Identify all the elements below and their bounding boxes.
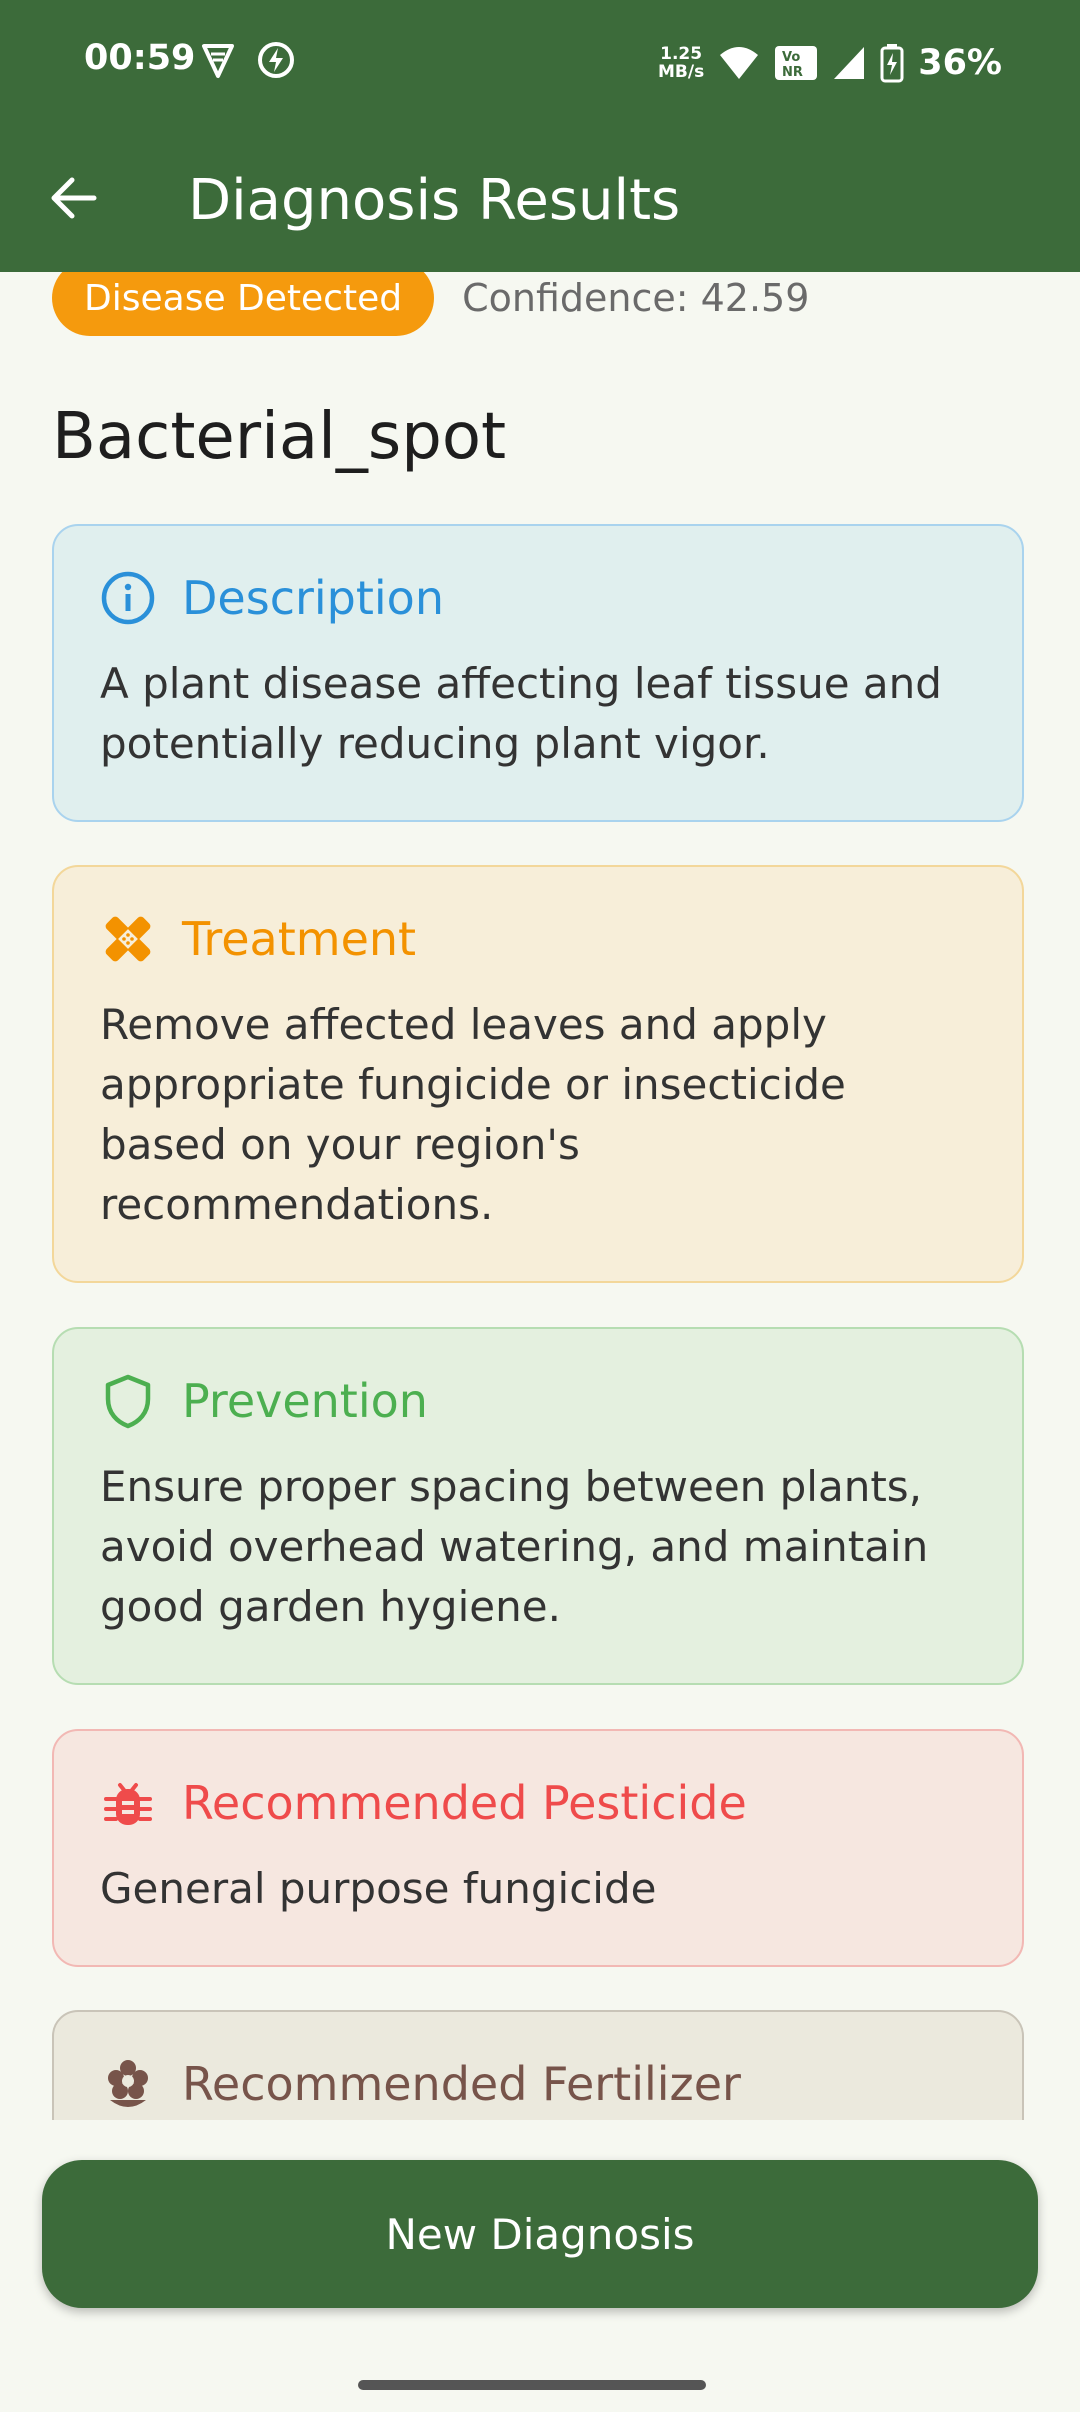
- flower-icon: [108, 2060, 148, 2107]
- confidence-text: Confidence: 42.59: [462, 276, 810, 320]
- status-bar: 00:59 1.25 MB/s Vo NR 36%: [0, 0, 1080, 125]
- volte-icon: Vo NR: [775, 46, 818, 80]
- signal-icon: [834, 47, 865, 79]
- bandage-icon: [105, 916, 151, 962]
- vpn-icon: [202, 44, 234, 78]
- treatment-text: Remove affected leaves and apply appropr…: [100, 1000, 846, 1229]
- app-header: 00:59 1.25 MB/s Vo NR 36% Diagnosis Resu…: [0, 0, 1080, 272]
- bolt-icon: [258, 42, 294, 78]
- fertilizer-header: Recommended Fertilizer: [100, 2056, 741, 2112]
- status-badge: Disease Detected: [52, 272, 435, 336]
- results-scroll-area[interactable]: Disease Detected Confidence: 42.59 Bacte…: [0, 272, 1080, 2120]
- prevention-text: Ensure proper spacing between plants, av…: [100, 1462, 929, 1631]
- shield-icon: [105, 1374, 151, 1429]
- battery-percent: 36%: [918, 43, 1002, 83]
- battery-charging-icon: [880, 44, 904, 83]
- info-icon: [101, 571, 155, 625]
- treatment-card: Treatment Remove affected leaves and app…: [52, 865, 1024, 1283]
- new-diagnosis-button[interactable]: New Diagnosis: [42, 2160, 1038, 2308]
- home-indicator[interactable]: [358, 2380, 706, 2390]
- fertilizer-title: Recommended Fertilizer: [182, 2057, 741, 2111]
- prevention-header: Prevention: [100, 1373, 428, 1429]
- status-time: 00:59: [84, 38, 196, 78]
- svg-text:NR: NR: [782, 65, 803, 80]
- description-header: Description: [100, 570, 444, 626]
- prevention-title: Prevention: [182, 1374, 428, 1428]
- result-summary: Disease Detected Confidence: 42.59: [52, 272, 809, 336]
- pesticide-card: Recommended Pesticide General purpose fu…: [52, 1729, 1024, 1967]
- prevention-card: Prevention Ensure proper spacing between…: [52, 1327, 1024, 1685]
- net-speed: 1.25 MB/s: [658, 44, 705, 82]
- disease-name: Bacterial_spot: [52, 400, 507, 474]
- treatment-header: Treatment: [100, 911, 416, 967]
- svg-text:Vo: Vo: [782, 50, 800, 65]
- wifi-icon: [720, 47, 759, 79]
- treatment-title: Treatment: [182, 912, 417, 966]
- description-card: Description A plant disease affecting le…: [52, 524, 1024, 822]
- description-text: A plant disease affecting leaf tissue an…: [100, 659, 942, 768]
- pesticide-title: Recommended Pesticide: [182, 1776, 747, 1830]
- description-title: Description: [182, 571, 444, 625]
- pesticide-text: General purpose fungicide: [100, 1864, 657, 1913]
- fertilizer-card: Recommended Fertilizer: [52, 2010, 1024, 2120]
- page-title: Diagnosis Results: [188, 168, 681, 233]
- pesticide-header: Recommended Pesticide: [100, 1775, 747, 1831]
- status-right: 1.25 MB/s Vo NR 36%: [658, 38, 1002, 88]
- back-arrow-icon[interactable]: [44, 168, 104, 228]
- bug-icon: [104, 1783, 152, 1825]
